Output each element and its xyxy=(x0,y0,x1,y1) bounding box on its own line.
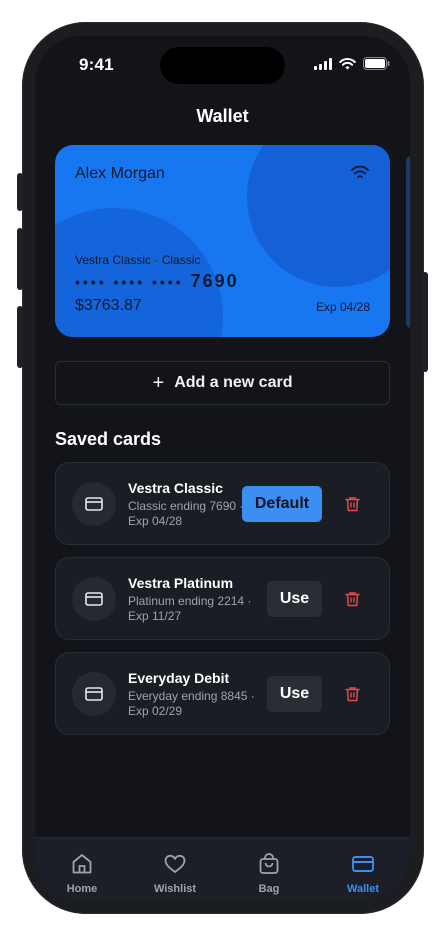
silent-switch xyxy=(17,173,23,211)
saved-card-desc: Everyday ending 8845 · Exp 02/29 xyxy=(128,689,255,718)
tab-label: Home xyxy=(66,883,98,895)
saved-card-item[interactable]: Vestra Classic Classic ending 7690 · Exp… xyxy=(55,462,390,545)
use-card-button[interactable]: Use xyxy=(267,676,322,712)
card-holder-name: Alex Morgan xyxy=(75,165,165,182)
tab-label: Bag xyxy=(258,883,280,895)
card-last4: 7690 xyxy=(190,271,239,291)
dynamic-island xyxy=(160,47,285,84)
saved-card-item[interactable]: Vestra Platinum Platinum ending 2214 · E… xyxy=(55,557,390,640)
card-expiry: Exp 04/28 xyxy=(315,300,370,314)
home-icon xyxy=(72,854,92,874)
power-button xyxy=(422,272,428,372)
trash-icon[interactable] xyxy=(345,591,360,607)
default-card-button[interactable]: Default xyxy=(242,486,322,522)
plus-icon: + xyxy=(152,372,165,394)
battery-icon xyxy=(363,57,390,70)
saved-cards-title: Saved cards xyxy=(55,429,162,449)
add-card-button[interactable]: + Add a new card xyxy=(55,361,390,405)
tab-label: Wishlist xyxy=(153,883,197,895)
saved-card-name: Vestra Platinum xyxy=(128,575,234,591)
card-balance: $3763.87 xyxy=(75,297,142,314)
page-title: Wallet xyxy=(196,106,249,126)
contactless-icon xyxy=(351,165,369,178)
trash-icon[interactable] xyxy=(345,686,360,702)
status-icons xyxy=(314,57,390,70)
tab-wallet[interactable]: Wallet xyxy=(323,852,403,895)
wallet-card-icon xyxy=(352,856,374,872)
bottom-tab-bar: Home Wishlist Bag Wallet xyxy=(35,837,410,900)
credit-card-icon xyxy=(85,592,103,606)
credit-card-icon xyxy=(85,497,103,511)
volume-down-button xyxy=(17,306,23,368)
volume-up-button xyxy=(17,228,23,290)
tab-bag[interactable]: Bag xyxy=(229,852,309,895)
use-card-button[interactable]: Use xyxy=(267,581,322,617)
bag-icon xyxy=(259,853,279,874)
featured-card[interactable]: Alex Morgan Vestra Classic · Classic •••… xyxy=(55,145,390,337)
saved-card-item[interactable]: Everyday Debit Everyday ending 8845 · Ex… xyxy=(55,652,390,735)
card-icon-badge xyxy=(72,482,116,526)
card-icon-badge xyxy=(72,577,116,621)
saved-card-name: Vestra Classic xyxy=(128,480,223,496)
saved-card-desc: Classic ending 7690 · Exp 04/28 xyxy=(128,499,244,528)
card-number: •••• •••• •••• 7690 xyxy=(75,271,239,292)
trash-icon[interactable] xyxy=(345,496,360,512)
saved-card-name: Everyday Debit xyxy=(128,670,230,686)
card-icon-badge xyxy=(72,672,116,716)
credit-card-icon xyxy=(85,687,103,701)
next-card-peek[interactable] xyxy=(406,156,410,328)
saved-card-desc: Platinum ending 2214 · Exp 11/27 xyxy=(128,594,252,623)
heart-icon xyxy=(164,854,186,873)
tab-label: Wallet xyxy=(347,883,379,895)
add-card-label: Add a new card xyxy=(174,374,293,391)
status-time: 9:41 xyxy=(79,55,114,74)
card-product: Vestra Classic · Classic xyxy=(75,253,201,267)
tab-home[interactable]: Home xyxy=(42,852,122,895)
signal-icon xyxy=(314,57,332,70)
app-screen: 9:41 Wallet Alex Morgan Vestra Classic ·… xyxy=(35,36,410,900)
tab-wishlist[interactable]: Wishlist xyxy=(135,852,215,895)
card-masked-digits: •••• •••• •••• xyxy=(75,274,184,290)
wifi-icon xyxy=(339,57,356,69)
